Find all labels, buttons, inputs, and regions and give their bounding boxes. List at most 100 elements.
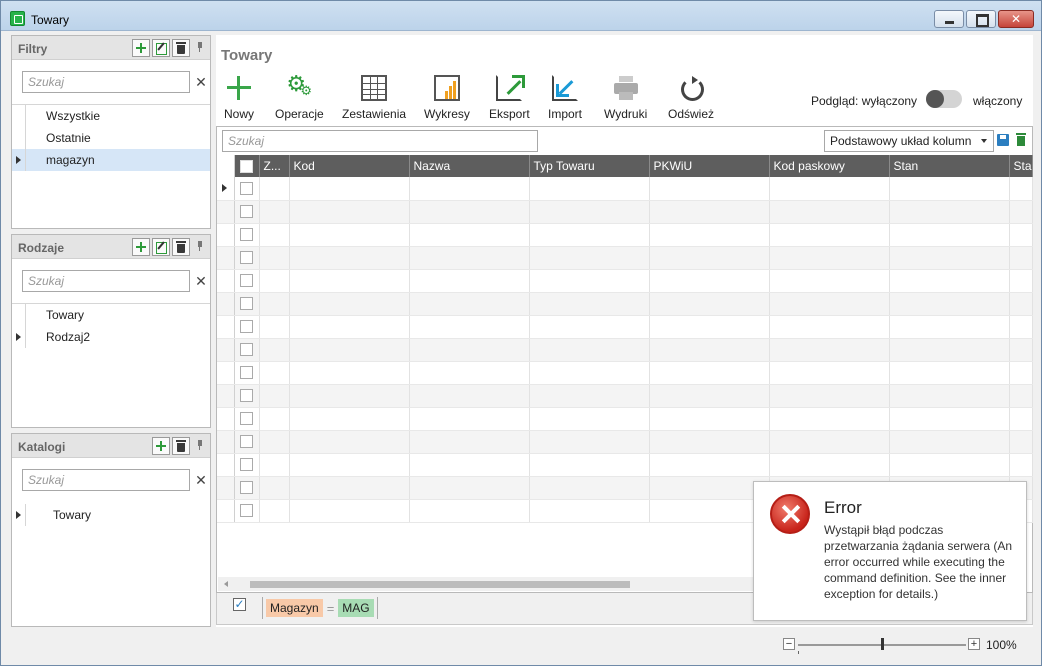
table-cell[interactable] — [1009, 269, 1033, 293]
table-cell[interactable] — [1009, 292, 1033, 316]
row-header[interactable] — [217, 200, 235, 224]
list-item[interactable]: Ostatnie — [12, 127, 210, 149]
table-cell[interactable] — [259, 269, 290, 293]
expand-icon[interactable] — [16, 511, 21, 519]
table-cell[interactable] — [529, 476, 650, 500]
table-row[interactable] — [217, 246, 1033, 270]
table-cell[interactable] — [409, 292, 530, 316]
table-cell[interactable] — [769, 269, 890, 293]
pin-icon[interactable] — [196, 241, 204, 252]
table-cell[interactable] — [649, 223, 770, 247]
row-checkbox-cell[interactable] — [234, 223, 260, 247]
table-cell[interactable] — [529, 338, 650, 362]
table-cell[interactable] — [1009, 223, 1033, 247]
horizontal-scrollbar[interactable] — [218, 577, 755, 591]
table-cell[interactable] — [289, 200, 410, 224]
edit-icon[interactable] — [152, 39, 170, 57]
row-checkbox-cell[interactable] — [234, 499, 260, 523]
scroll-left-icon[interactable] — [224, 581, 228, 587]
operations-button[interactable]: Operacje — [275, 71, 324, 121]
grid-search-input[interactable]: Szukaj — [222, 130, 538, 152]
table-cell[interactable] — [409, 315, 530, 339]
list-item[interactable]: Rodzaj2 — [12, 326, 210, 348]
table-cell[interactable] — [889, 453, 1010, 477]
filtry-search-input[interactable]: Szukaj — [22, 71, 190, 93]
table-row[interactable] — [217, 269, 1033, 293]
column-header[interactable]: Typ Towaru — [529, 155, 650, 177]
charts-button[interactable]: Wykresy — [424, 75, 470, 121]
table-cell[interactable] — [259, 499, 290, 523]
row-checkbox[interactable] — [240, 481, 253, 494]
table-cell[interactable] — [529, 430, 650, 454]
row-checkbox-cell[interactable] — [234, 384, 260, 408]
column-header[interactable]: Nazwa — [409, 155, 530, 177]
table-cell[interactable] — [409, 430, 530, 454]
table-cell[interactable] — [409, 453, 530, 477]
table-row[interactable] — [217, 292, 1033, 316]
minimize-button[interactable] — [934, 10, 964, 28]
table-cell[interactable] — [889, 430, 1010, 454]
table-cell[interactable] — [289, 315, 410, 339]
delete-icon[interactable] — [172, 437, 190, 455]
row-checkbox-cell[interactable] — [234, 453, 260, 477]
table-cell[interactable] — [289, 499, 410, 523]
table-cell[interactable] — [649, 453, 770, 477]
table-cell[interactable] — [649, 476, 770, 500]
row-checkbox[interactable] — [240, 389, 253, 402]
table-cell[interactable] — [409, 269, 530, 293]
table-cell[interactable] — [649, 200, 770, 224]
table-cell[interactable] — [259, 430, 290, 454]
table-cell[interactable] — [259, 361, 290, 385]
table-cell[interactable] — [889, 384, 1010, 408]
table-cell[interactable] — [649, 177, 770, 201]
table-cell[interactable] — [769, 407, 890, 431]
table-cell[interactable] — [289, 407, 410, 431]
row-checkbox[interactable] — [240, 274, 253, 287]
table-cell[interactable] — [409, 361, 530, 385]
table-row[interactable] — [217, 430, 1033, 454]
table-cell[interactable] — [1009, 361, 1033, 385]
column-header[interactable]: Stan — [889, 155, 1010, 177]
table-cell[interactable] — [649, 292, 770, 316]
select-all-checkbox-cell[interactable] — [234, 155, 260, 177]
table-cell[interactable] — [889, 200, 1010, 224]
row-checkbox[interactable] — [240, 205, 253, 218]
row-checkbox[interactable] — [240, 343, 253, 356]
clear-icon[interactable]: ✕ — [193, 273, 209, 289]
table-cell[interactable] — [259, 315, 290, 339]
table-cell[interactable] — [529, 292, 650, 316]
column-header[interactable]: Kod paskowy — [769, 155, 890, 177]
row-checkbox[interactable] — [240, 412, 253, 425]
table-row[interactable] — [217, 361, 1033, 385]
table-cell[interactable] — [409, 499, 530, 523]
row-checkbox[interactable] — [240, 251, 253, 264]
row-header[interactable] — [217, 246, 235, 270]
add-icon[interactable] — [132, 39, 150, 57]
table-cell[interactable] — [649, 499, 770, 523]
filter-expression[interactable]: Magazyn = MAG — [262, 597, 378, 619]
table-cell[interactable] — [259, 292, 290, 316]
reports-button[interactable]: Zestawienia — [342, 75, 406, 121]
delete-layout-icon[interactable] — [1016, 133, 1026, 146]
close-button[interactable] — [998, 10, 1034, 28]
row-checkbox-cell[interactable] — [234, 177, 260, 201]
row-checkbox-cell[interactable] — [234, 315, 260, 339]
table-cell[interactable] — [769, 246, 890, 270]
table-cell[interactable] — [289, 338, 410, 362]
table-cell[interactable] — [889, 246, 1010, 270]
row-checkbox-cell[interactable] — [234, 338, 260, 362]
list-item[interactable]: Wszystkie — [12, 105, 210, 127]
clear-icon[interactable]: ✕ — [193, 472, 209, 488]
export-button[interactable]: Eksport — [489, 75, 530, 121]
table-cell[interactable] — [289, 177, 410, 201]
row-checkbox[interactable] — [240, 181, 253, 195]
row-checkbox[interactable] — [240, 366, 253, 379]
row-checkbox-cell[interactable] — [234, 200, 260, 224]
table-cell[interactable] — [259, 338, 290, 362]
row-header[interactable] — [217, 223, 235, 247]
filter-value-chip[interactable]: MAG — [338, 599, 374, 617]
table-cell[interactable] — [1009, 200, 1033, 224]
row-checkbox-cell[interactable] — [234, 246, 260, 270]
table-cell[interactable] — [1009, 453, 1033, 477]
delete-icon[interactable] — [172, 39, 190, 57]
